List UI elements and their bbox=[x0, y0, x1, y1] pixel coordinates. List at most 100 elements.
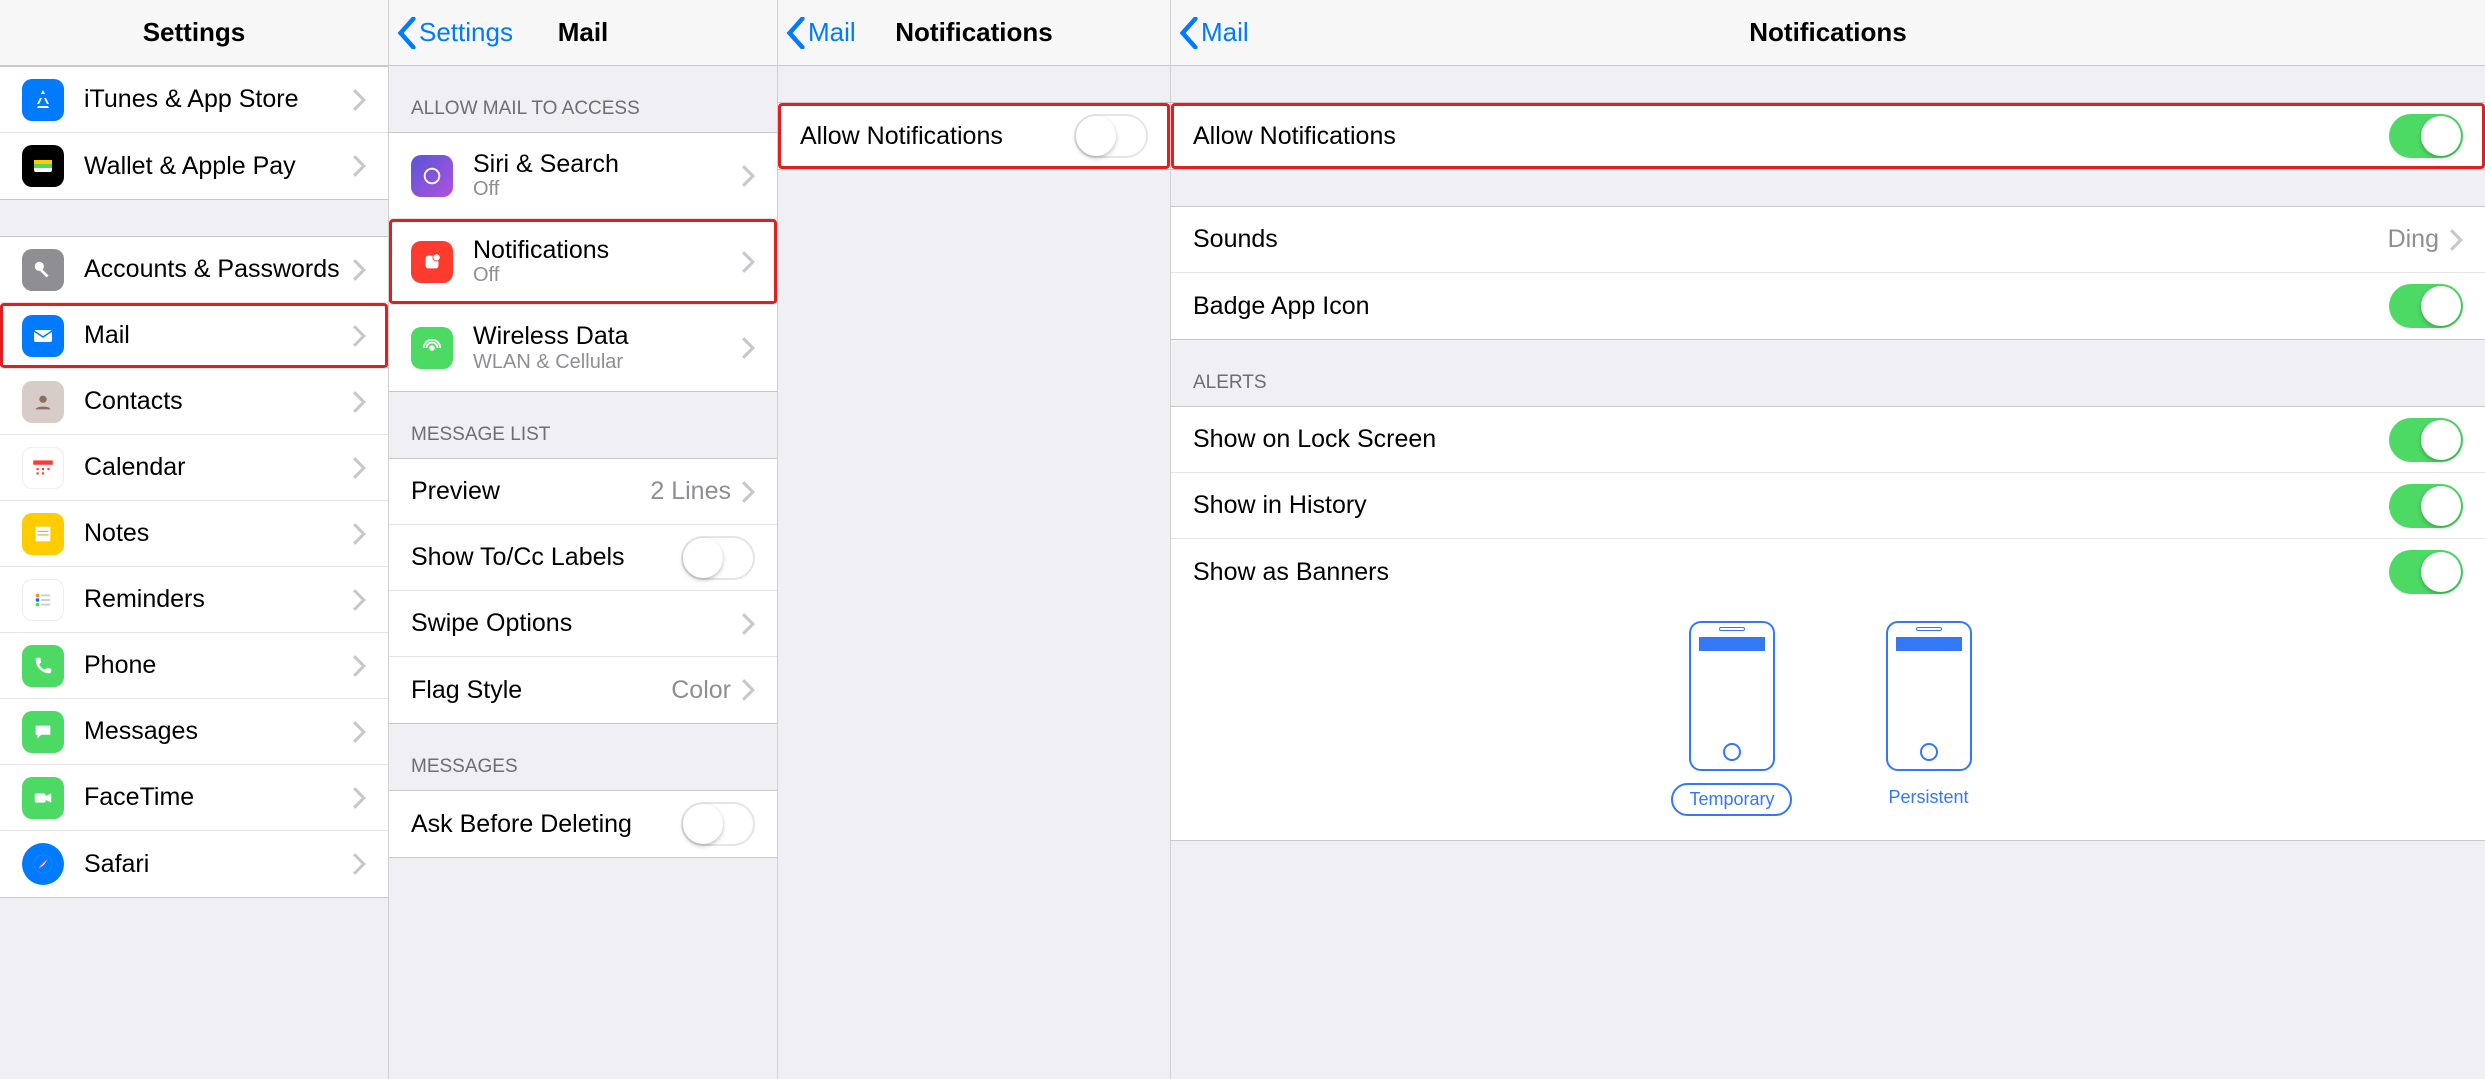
chevron-right-icon bbox=[352, 523, 366, 545]
row-itunes-app-store[interactable]: iTunes & App Store bbox=[0, 67, 388, 133]
phone-outline-icon bbox=[1689, 621, 1775, 771]
subtitle: Off bbox=[473, 178, 619, 201]
row-preview[interactable]: Preview 2 Lines bbox=[389, 459, 777, 525]
value: Ding bbox=[2388, 225, 2439, 254]
options-group: Sounds Ding Badge App Icon bbox=[1171, 206, 2485, 340]
row-messages[interactable]: Messages bbox=[0, 699, 388, 765]
row-sounds[interactable]: Sounds Ding bbox=[1171, 207, 2485, 273]
wallet-icon bbox=[22, 145, 64, 187]
alert-preview-persistent[interactable]: Persistent bbox=[1872, 621, 1984, 816]
row-phone[interactable]: Phone bbox=[0, 633, 388, 699]
label: Show on Lock Screen bbox=[1193, 425, 1436, 454]
subtitle: WLAN & Cellular bbox=[473, 351, 629, 374]
toggle-show-history[interactable] bbox=[2389, 484, 2463, 528]
back-button[interactable]: Mail bbox=[1171, 17, 1249, 49]
row-badge-app-icon[interactable]: Badge App Icon bbox=[1171, 273, 2485, 339]
back-label: Mail bbox=[1201, 17, 1249, 48]
back-label: Settings bbox=[419, 17, 513, 48]
subtitle: Off bbox=[473, 264, 609, 287]
row-accounts-passwords[interactable]: Accounts & Passwords bbox=[0, 237, 388, 303]
row-allow-notifications[interactable]: Allow Notifications bbox=[778, 103, 1170, 169]
chevron-right-icon bbox=[352, 721, 366, 743]
back-label: Mail bbox=[808, 17, 856, 48]
label: Wallet & Apple Pay bbox=[84, 152, 296, 181]
row-safari[interactable]: Safari bbox=[0, 831, 388, 897]
chevron-right-icon bbox=[352, 787, 366, 809]
label: Mail bbox=[84, 321, 130, 350]
row-notes[interactable]: Notes bbox=[0, 501, 388, 567]
row-siri-search[interactable]: Siri & Search Off bbox=[389, 133, 777, 219]
chevron-right-icon bbox=[352, 89, 366, 111]
row-reminders[interactable]: Reminders bbox=[0, 567, 388, 633]
notifications-off-panel: Mail Notifications Allow Notifications bbox=[778, 0, 1171, 1079]
toggle-allow-notifications[interactable] bbox=[2389, 114, 2463, 158]
label: Contacts bbox=[84, 387, 183, 416]
chevron-right-icon bbox=[352, 457, 366, 479]
toggle-badge-app-icon[interactable] bbox=[2389, 284, 2463, 328]
row-allow-notifications[interactable]: Allow Notifications bbox=[1171, 103, 2485, 169]
facetime-icon bbox=[22, 777, 64, 819]
label: iTunes & App Store bbox=[84, 85, 298, 114]
toggle-show-lock-screen[interactable] bbox=[2389, 418, 2463, 462]
back-button[interactable]: Mail bbox=[778, 17, 856, 49]
toggle-show-banners[interactable] bbox=[2389, 550, 2463, 594]
row-facetime[interactable]: FaceTime bbox=[0, 765, 388, 831]
label: Reminders bbox=[84, 585, 205, 614]
row-show-history[interactable]: Show in History bbox=[1171, 473, 2485, 539]
label: Safari bbox=[84, 850, 149, 879]
alerts-group: Show on Lock Screen Show in History Show… bbox=[1171, 406, 2485, 605]
label: FaceTime bbox=[84, 783, 194, 812]
row-show-lock-screen[interactable]: Show on Lock Screen bbox=[1171, 407, 2485, 473]
page-title: Notifications bbox=[1171, 17, 2485, 48]
row-wallet-apple-pay[interactable]: Wallet & Apple Pay bbox=[0, 133, 388, 199]
label: Show To/Cc Labels bbox=[411, 543, 625, 572]
label: Show in History bbox=[1193, 491, 1367, 520]
allow-group: Allow Notifications bbox=[778, 102, 1170, 170]
label: Notes bbox=[84, 519, 149, 548]
row-mail[interactable]: Mail bbox=[0, 303, 388, 369]
row-swipe-options[interactable]: Swipe Options bbox=[389, 591, 777, 657]
row-show-banners[interactable]: Show as Banners bbox=[1171, 539, 2485, 605]
row-ask-before-deleting[interactable]: Ask Before Deleting bbox=[389, 791, 777, 857]
label: Show as Banners bbox=[1193, 558, 1389, 587]
label: Siri & Search bbox=[473, 150, 619, 179]
settings-group-1: iTunes & App Store Wallet & Apple Pay bbox=[0, 66, 388, 200]
navbar: Mail Notifications bbox=[778, 0, 1170, 66]
row-calendar[interactable]: Calendar bbox=[0, 435, 388, 501]
allow-group: Allow Notifications bbox=[1171, 102, 2485, 170]
section-alerts: ALERTS bbox=[1171, 340, 2485, 406]
label: Notifications bbox=[473, 236, 609, 265]
persistent-label: Persistent bbox=[1872, 783, 1984, 812]
chevron-right-icon bbox=[741, 165, 755, 187]
row-flag-style[interactable]: Flag Style Color bbox=[389, 657, 777, 723]
chevron-right-icon bbox=[2449, 229, 2463, 251]
toggle-allow-notifications[interactable] bbox=[1074, 114, 1148, 158]
row-wireless-data[interactable]: Wireless Data WLAN & Cellular bbox=[389, 305, 777, 391]
back-button[interactable]: Settings bbox=[389, 17, 513, 49]
alert-preview-temporary[interactable]: Temporary bbox=[1671, 621, 1792, 816]
label: Flag Style bbox=[411, 676, 522, 705]
settings-panel: Settings iTunes & App Store Wallet & App… bbox=[0, 0, 389, 1079]
row-notifications[interactable]: Notifications Off bbox=[389, 219, 777, 305]
messages-group: Ask Before Deleting bbox=[389, 790, 777, 858]
siri-icon bbox=[411, 155, 453, 197]
toggle-show-tocc[interactable] bbox=[681, 536, 755, 580]
navbar: Settings Mail bbox=[389, 0, 777, 66]
row-contacts[interactable]: Contacts bbox=[0, 369, 388, 435]
label: Calendar bbox=[84, 453, 185, 482]
label: Messages bbox=[84, 717, 198, 746]
phone-icon bbox=[22, 645, 64, 687]
label: Preview bbox=[411, 477, 500, 506]
reminders-icon bbox=[22, 579, 64, 621]
toggle-ask-before-deleting[interactable] bbox=[681, 802, 755, 846]
row-show-tocc[interactable]: Show To/Cc Labels bbox=[389, 525, 777, 591]
value: Color bbox=[671, 676, 731, 705]
mail-access-group: Siri & Search Off Notifications Off Wire… bbox=[389, 132, 777, 392]
page-title: Settings bbox=[0, 17, 388, 48]
label: Allow Notifications bbox=[1193, 122, 1396, 151]
chevron-right-icon bbox=[741, 251, 755, 273]
label: Wireless Data bbox=[473, 322, 629, 351]
navbar: Settings bbox=[0, 0, 388, 66]
chevron-right-icon bbox=[741, 679, 755, 701]
label: Sounds bbox=[1193, 225, 1278, 254]
